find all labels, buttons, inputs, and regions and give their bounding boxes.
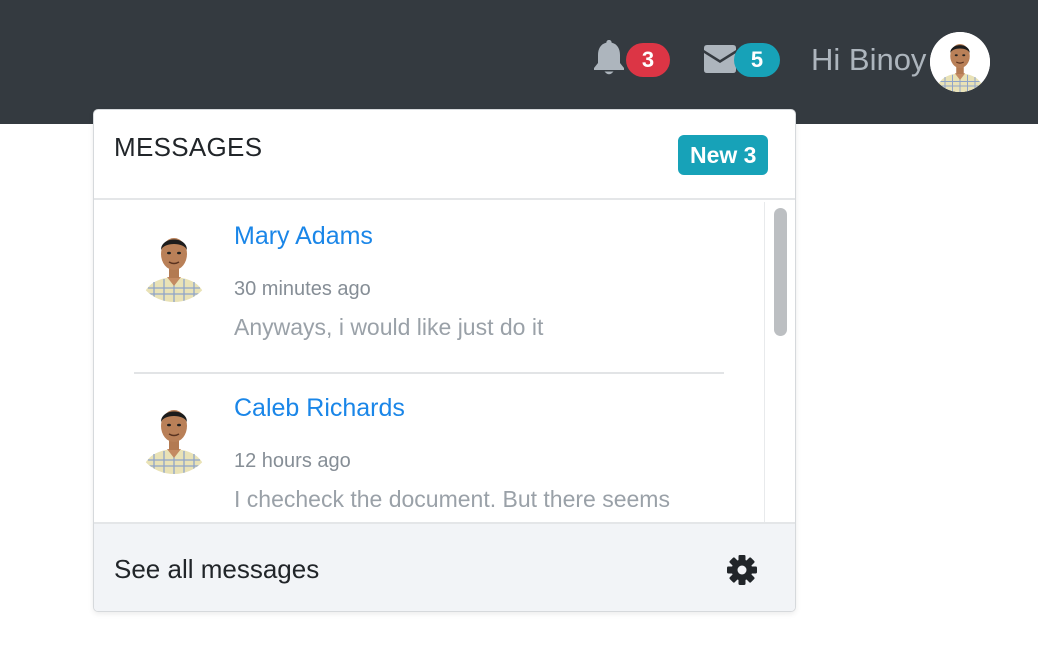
envelope-icon[interactable]: [702, 44, 738, 74]
message-preview: I checheck the document. But there seems: [234, 486, 670, 512]
message-time: 12 hours ago: [234, 450, 351, 472]
user-avatar[interactable]: [930, 32, 990, 92]
message-time: 30 minutes ago: [234, 278, 371, 300]
avatar[interactable]: [134, 222, 214, 302]
dropdown-footer: See all messages: [94, 522, 795, 611]
user-greeting[interactable]: Hi Binoy: [811, 38, 926, 82]
dropdown-header: MESSAGES New 3: [94, 110, 795, 200]
divider: [134, 372, 724, 374]
bell-icon[interactable]: [592, 38, 626, 76]
see-all-messages-link[interactable]: See all messages: [114, 554, 319, 585]
dropdown-title: MESSAGES: [114, 132, 263, 162]
new-messages-badge: New 3: [678, 135, 769, 175]
scrollbar-thumb[interactable]: [774, 208, 787, 336]
message-count-badge: 5: [734, 43, 780, 77]
messages-dropdown: MESSAGES New 3 Mary Adams 30 minutes ago…: [93, 109, 796, 612]
message-preview: Anyways, i would like just do it: [234, 314, 544, 340]
top-navbar: 3 5 Hi Binoy: [0, 0, 1038, 124]
message-list: Mary Adams 30 minutes ago Anyways, i wou…: [94, 202, 795, 522]
gear-icon[interactable]: [726, 554, 758, 586]
sender-name[interactable]: Caleb Richards: [234, 394, 405, 423]
sender-name[interactable]: Mary Adams: [234, 222, 373, 251]
notification-count-badge: 3: [626, 43, 670, 77]
avatar[interactable]: [134, 394, 214, 474]
